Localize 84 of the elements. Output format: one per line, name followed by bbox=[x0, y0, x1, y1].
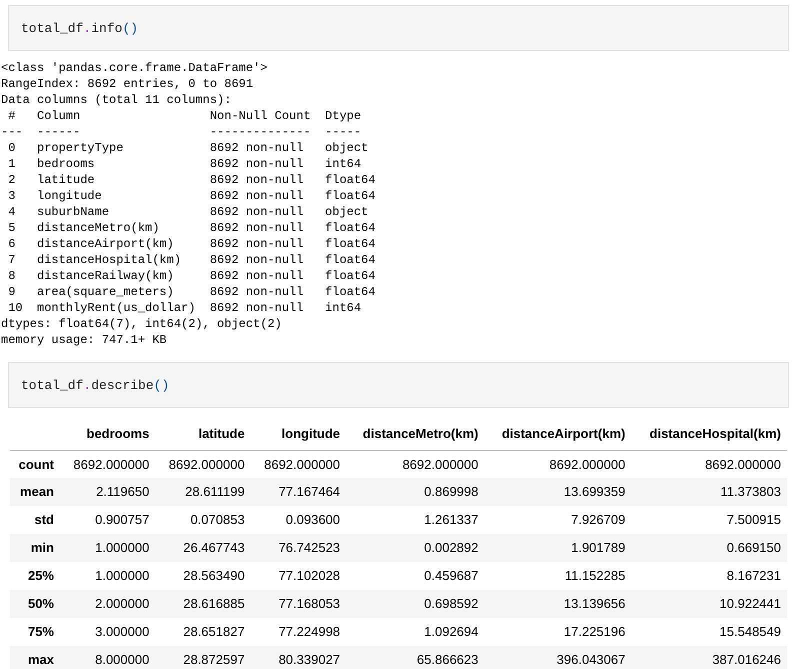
row-label: std bbox=[10, 506, 60, 534]
output-line: 8 distanceRailway(km) 8692 non-null float64 bbox=[7, 268, 376, 284]
row-label: count bbox=[10, 450, 60, 478]
row-label: min bbox=[10, 534, 60, 562]
row-label: max bbox=[10, 646, 60, 669]
output-line: 4 suburbName 8692 non-null object bbox=[7, 204, 370, 220]
column-header: distanceMetro(km) bbox=[346, 418, 484, 450]
output-line: 9 area(square_meters) 8692 non-null float64 bbox=[7, 284, 376, 300]
table-cell: 77.167464 bbox=[250, 478, 346, 506]
table-cell: 28.611199 bbox=[155, 478, 251, 506]
table-cell: 76.742523 bbox=[250, 534, 346, 562]
table-cell: 1.261337 bbox=[346, 506, 484, 534]
column-header: latitude bbox=[155, 418, 251, 450]
row-label: 75% bbox=[10, 618, 60, 646]
table-cell: 0.093600 bbox=[250, 506, 346, 534]
table-cell: 10.922441 bbox=[631, 590, 787, 618]
table-cell: 26.467743 bbox=[155, 534, 251, 562]
table-cell: 65.866623 bbox=[346, 646, 484, 669]
table-cell: 396.043067 bbox=[484, 646, 632, 669]
table-cell: 7.500915 bbox=[631, 506, 787, 534]
table-cell: 11.152285 bbox=[484, 562, 632, 590]
table-cell: 0.669150 bbox=[631, 534, 787, 562]
table-cell: 15.548549 bbox=[631, 618, 787, 646]
code-line: total_df.describe() bbox=[21, 378, 170, 393]
output-line: 2 latitude 8692 non-null float64 bbox=[7, 172, 376, 188]
table-cell: 17.225196 bbox=[484, 618, 632, 646]
row-label: mean bbox=[10, 478, 60, 506]
table-cell: 1.901789 bbox=[484, 534, 632, 562]
output-line: 5 distanceMetro(km) 8692 non-null float64 bbox=[7, 220, 376, 236]
column-header: distanceAirport(km) bbox=[484, 418, 632, 450]
table-cell: 8692.000000 bbox=[155, 450, 251, 478]
output-line: --- ------ -------------- ----- bbox=[1, 124, 362, 140]
table-cell: 0.459687 bbox=[346, 562, 484, 590]
table-cell: 28.616885 bbox=[155, 590, 251, 618]
table-cell: 1.000000 bbox=[60, 534, 156, 562]
output-line: memory usage: 747.1+ KB bbox=[1, 332, 167, 348]
table-cell: 77.168053 bbox=[250, 590, 346, 618]
column-header: longitude bbox=[250, 418, 346, 450]
table-cell: 8692.000000 bbox=[60, 450, 156, 478]
row-label: 50% bbox=[10, 590, 60, 618]
table-cell: 7.926709 bbox=[484, 506, 632, 534]
column-header: bedrooms bbox=[60, 418, 156, 450]
output-line: 0 propertyType 8692 non-null object bbox=[7, 140, 370, 156]
table-cell: 387.016246 bbox=[631, 646, 787, 669]
table-cell: 0.900757 bbox=[60, 506, 156, 534]
table-cell: 0.698592 bbox=[346, 590, 484, 618]
table-cell: 80.339027 bbox=[250, 646, 346, 669]
table-cell: 13.139656 bbox=[484, 590, 632, 618]
output-line: 1 bedrooms 8692 non-null int64 bbox=[7, 156, 362, 172]
column-header: distanceHospital(km) bbox=[631, 418, 787, 450]
table-cell: 28.651827 bbox=[155, 618, 251, 646]
table-cell: 28.872597 bbox=[155, 646, 251, 669]
table-cell: 11.373803 bbox=[631, 478, 787, 506]
table-cell: 1.092694 bbox=[346, 618, 484, 646]
table-cell: 0.002892 bbox=[346, 534, 484, 562]
table-cell: 8692.000000 bbox=[250, 450, 346, 478]
table-cell: 0.070853 bbox=[155, 506, 251, 534]
table-cell: 2.000000 bbox=[60, 590, 156, 618]
table-cell: 2.119650 bbox=[60, 478, 156, 506]
output-line: RangeIndex: 8692 entries, 0 to 8691 bbox=[1, 76, 254, 92]
table-cell: 8692.000000 bbox=[346, 450, 484, 478]
output-line: <class 'pandas.core.frame.DataFrame'> bbox=[1, 60, 268, 76]
table-cell: 8692.000000 bbox=[631, 450, 787, 478]
output-line: 6 distanceAirport(km) 8692 non-null float64 bbox=[7, 236, 376, 252]
table-cell: 77.102028 bbox=[250, 562, 346, 590]
table-cell: 13.699359 bbox=[484, 478, 632, 506]
table-cell: 3.000000 bbox=[60, 618, 156, 646]
row-label: 25% bbox=[10, 562, 60, 590]
output-line: dtypes: float64(7), int64(2), object(2) bbox=[1, 316, 282, 332]
output-line: 7 distanceHospital(km) 8692 non-null float64 bbox=[7, 252, 376, 268]
output-line: Data columns (total 11 columns): bbox=[1, 92, 232, 108]
table-cell: 28.563490 bbox=[155, 562, 251, 590]
table-cell: 8.000000 bbox=[60, 646, 156, 669]
table-cell: 0.869998 bbox=[346, 478, 484, 506]
table-cell: 8692.000000 bbox=[484, 450, 632, 478]
table-cell: 8.167231 bbox=[631, 562, 787, 590]
code-cell[interactable]: total_df.describe() bbox=[8, 362, 789, 408]
output-line: # Column Non-Null Count Dtype bbox=[7, 108, 362, 124]
table-cell: 77.224998 bbox=[250, 618, 346, 646]
table-cell: 1.000000 bbox=[60, 562, 156, 590]
output-line: 3 longitude 8692 non-null float64 bbox=[7, 188, 376, 204]
code-line: total_df.info() bbox=[21, 21, 138, 36]
code-cell[interactable]: total_df.info() bbox=[8, 5, 789, 51]
output-line: 10 monthlyRent(us_dollar) 8692 non-null int64 bbox=[7, 300, 362, 316]
